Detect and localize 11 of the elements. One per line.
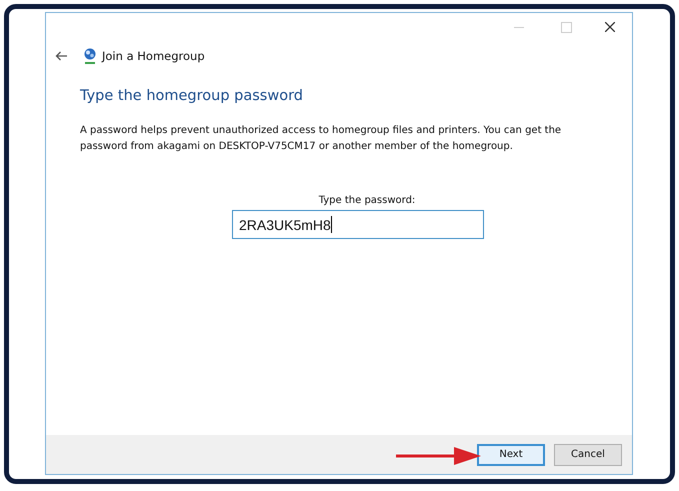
- description-text: A password helps prevent unauthorized access to homegroup files and printers. You can get the password from akagami on DESKTOP-V75CM17 or another member of the homegroup.: [80, 124, 562, 154]
- password-label: Type the password:: [318, 195, 416, 206]
- next-button[interactable]: Next: [477, 444, 545, 466]
- password-field[interactable]: 2RA3UK5mH8: [232, 210, 484, 239]
- close-icon[interactable]: [605, 22, 615, 32]
- page-heading: Type the homegroup password: [80, 88, 304, 104]
- homegroup-icon: [83, 48, 97, 64]
- back-arrow-icon[interactable]: [55, 51, 67, 61]
- window-title: Join a Homegroup: [102, 49, 205, 63]
- text-cursor: [330, 216, 332, 233]
- cancel-button[interactable]: Cancel: [554, 444, 622, 466]
